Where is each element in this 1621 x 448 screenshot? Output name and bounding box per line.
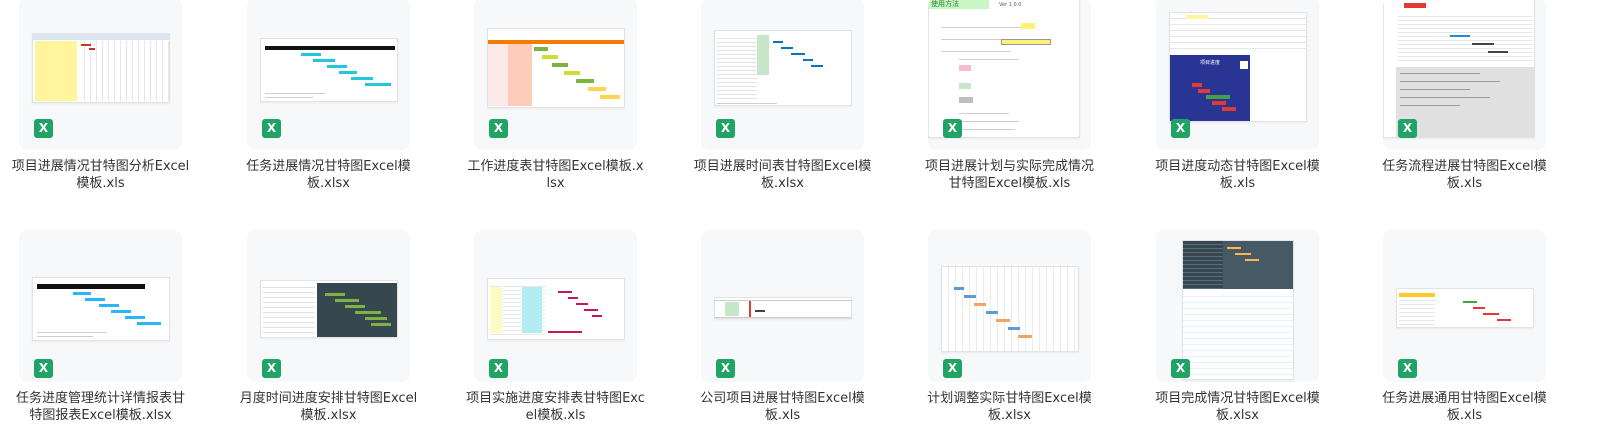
file-thumbnail[interactable]: X	[19, 0, 182, 150]
file-title[interactable]: 项目进度动态甘特图Excel模板.xls	[1148, 158, 1327, 192]
file-thumbnail[interactable]: X	[247, 0, 410, 150]
file-title[interactable]: 工作进度表甘特图Excel模板.xlsx	[466, 158, 645, 192]
sheet-preview	[487, 278, 625, 340]
usage-title: 使用方法	[929, 0, 989, 9]
file-thumbnail[interactable]: X	[928, 230, 1091, 382]
sheet-preview	[1383, 0, 1535, 138]
sheet-preview	[487, 28, 625, 108]
file-title[interactable]: 计划调整实际甘特图Excel模板.xlsx	[920, 390, 1099, 424]
excel-file-icon: X	[1398, 359, 1417, 378]
file-thumbnail[interactable]: 使用方法 Ver 1.0.0 X	[928, 0, 1091, 150]
version-label: Ver 1.0.0	[999, 2, 1022, 8]
excel-file-icon: X	[1171, 119, 1190, 138]
file-thumbnail[interactable]: X	[1383, 230, 1546, 382]
file-title[interactable]: 项目进展时间表甘特图Excel模板.xlsx	[693, 158, 872, 192]
excel-file-icon: X	[943, 359, 962, 378]
file-title[interactable]: 项目进展计划与实际完成情况甘特图Excel模板.xls	[920, 158, 1099, 192]
sheet-preview	[714, 30, 852, 106]
sheet-preview: 使用方法 Ver 1.0.0	[928, 0, 1080, 138]
file-thumbnail[interactable]: X	[19, 230, 182, 382]
file-title[interactable]: 任务进度管理统计详情报表甘特图报表Excel模板.xlsx	[11, 390, 190, 424]
sheet-preview	[32, 33, 170, 103]
file-thumbnail[interactable]: X	[474, 230, 637, 382]
excel-file-icon: X	[716, 359, 735, 378]
file-thumbnail[interactable]: X	[247, 230, 410, 382]
excel-file-icon: X	[489, 119, 508, 138]
excel-file-icon: X	[943, 119, 962, 138]
file-thumbnail[interactable]: X	[701, 230, 864, 382]
project-status-label: 项目进度	[1200, 60, 1221, 66]
file-thumbnail[interactable]: X	[1383, 0, 1546, 150]
file-title[interactable]: 项目完成情况甘特图Excel模板.xlsx	[1148, 390, 1327, 424]
file-title[interactable]: 任务进展通用甘特图Excel模板.xls	[1375, 390, 1554, 424]
file-thumbnail[interactable]: X	[474, 0, 637, 150]
excel-file-icon: X	[34, 119, 53, 138]
file-thumbnail[interactable]: X	[1156, 230, 1319, 382]
file-title[interactable]: 公司项目进展甘特图Excel模板.xls	[693, 390, 872, 424]
file-title[interactable]: 项目实施进度安排表甘特图Excel模板.xls	[466, 390, 645, 424]
sheet-preview	[1182, 240, 1294, 380]
excel-file-icon: X	[262, 359, 281, 378]
sheet-preview: 项目进度	[1169, 12, 1307, 122]
sheet-preview	[260, 38, 398, 102]
excel-file-icon: X	[1171, 359, 1190, 378]
sheet-preview	[714, 297, 852, 319]
file-thumbnail[interactable]: 项目进度 X	[1156, 0, 1319, 150]
file-grid: X 项目进展情况甘特图分析Excel模板.xls X 任务进展情况甘特图Exce…	[0, 0, 1621, 448]
file-thumbnail[interactable]: X	[701, 0, 864, 150]
excel-file-icon: X	[34, 359, 53, 378]
sheet-preview	[32, 277, 170, 341]
excel-file-icon: X	[1398, 119, 1417, 138]
file-title[interactable]: 任务进展情况甘特图Excel模板.xlsx	[239, 158, 418, 192]
excel-file-icon: X	[489, 359, 508, 378]
file-title[interactable]: 月度时间进度安排甘特图Excel模板.xlsx	[239, 390, 418, 424]
sheet-preview	[260, 280, 398, 338]
sheet-preview	[941, 266, 1079, 352]
file-title[interactable]: 项目进展情况甘特图分析Excel模板.xls	[11, 158, 190, 192]
file-title[interactable]: 任务流程进展甘特图Excel模板.xls	[1375, 158, 1554, 192]
sheet-preview	[1396, 288, 1534, 328]
excel-file-icon: X	[262, 119, 281, 138]
excel-file-icon: X	[716, 119, 735, 138]
